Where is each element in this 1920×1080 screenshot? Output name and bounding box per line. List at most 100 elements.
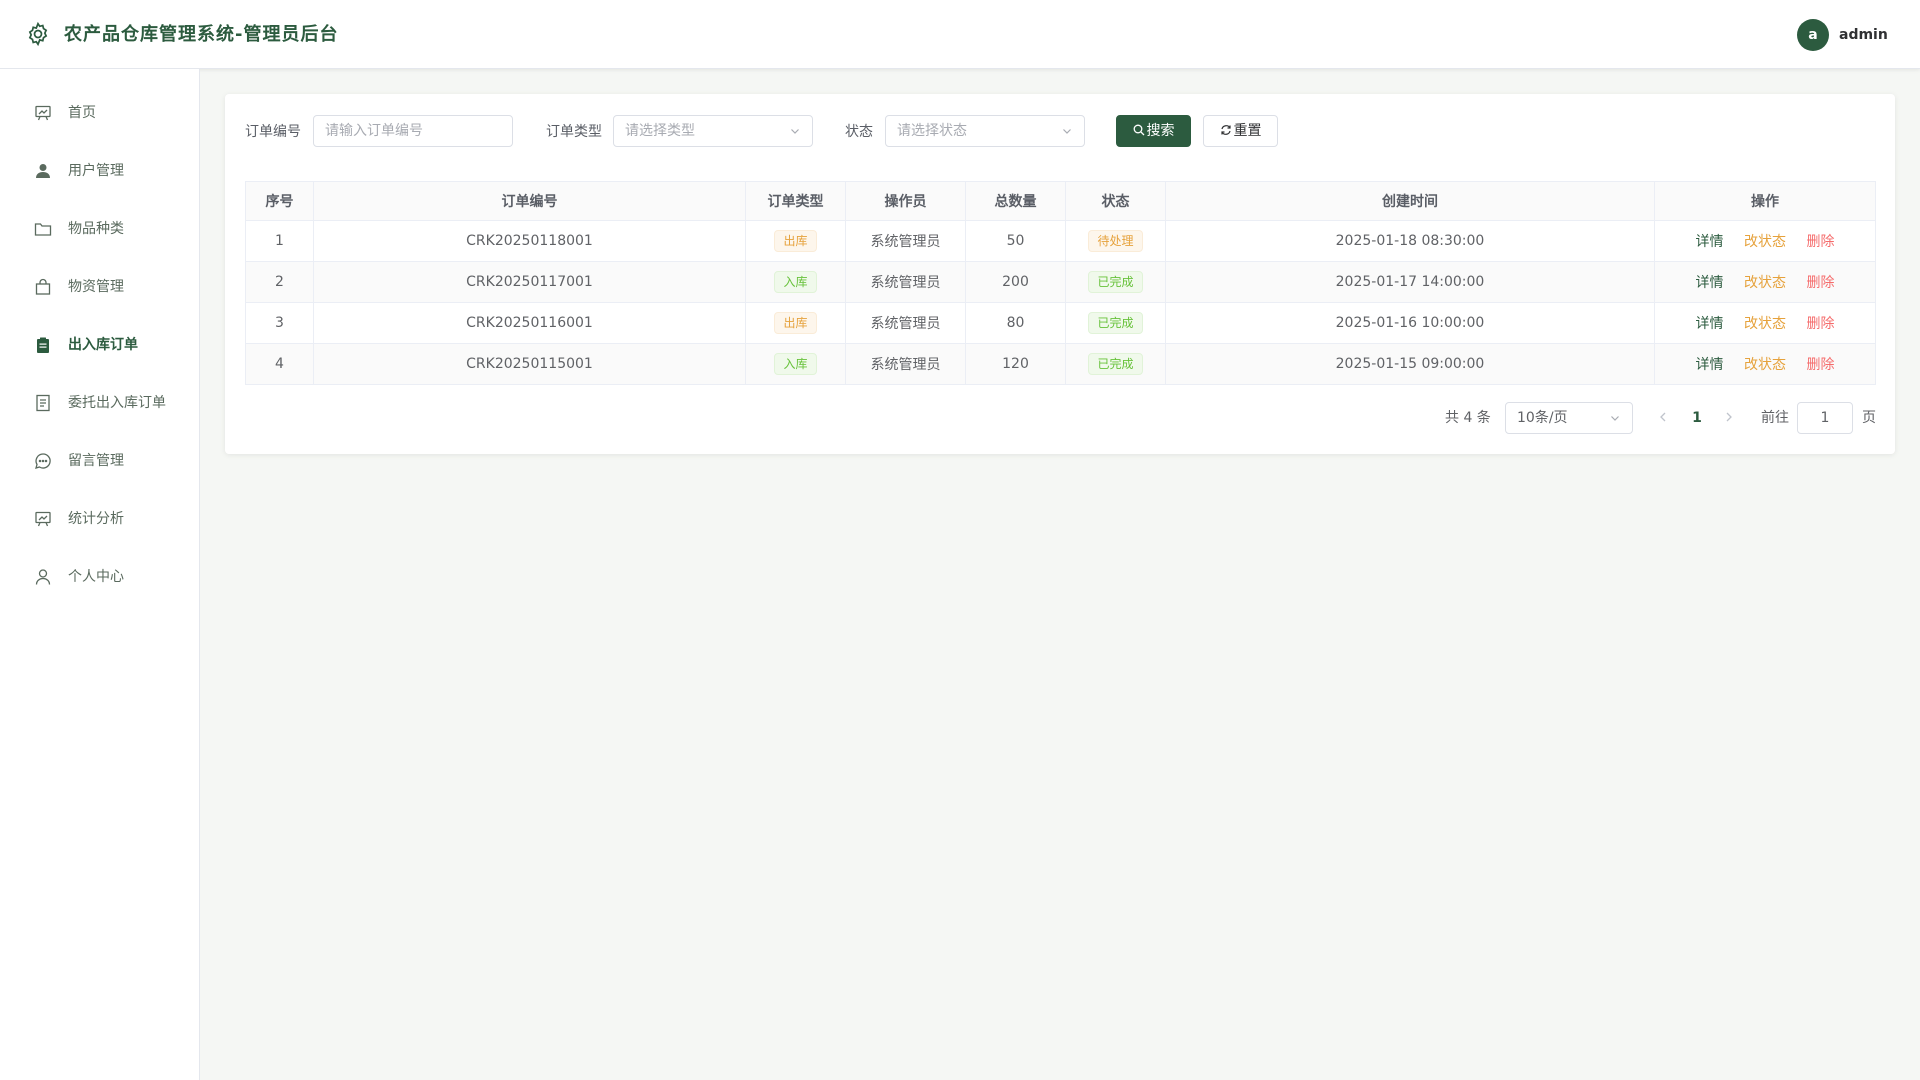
sidebar-item-orders[interactable]: 出入库订单	[0, 316, 199, 374]
table-row: 1 CRK20250118001 出库 系统管理员 50 待处理 2025-01…	[245, 220, 1876, 262]
change-status-link[interactable]: 改状态	[1744, 313, 1786, 333]
cell-index: 1	[245, 220, 314, 262]
cell-order-no: CRK20250117001	[313, 261, 746, 303]
type-tag: 入库	[774, 353, 817, 375]
detail-link[interactable]: 详情	[1696, 313, 1724, 333]
cell-created: 2025-01-17 14:00:00	[1165, 261, 1655, 303]
change-status-link[interactable]: 改状态	[1744, 231, 1786, 251]
sidebar-item-label: 用户管理	[68, 163, 124, 179]
cell-operator: 系统管理员	[845, 343, 966, 385]
order-type-label: 订单类型	[546, 124, 602, 140]
folder-icon	[34, 223, 52, 236]
page-number-current[interactable]: 1	[1687, 408, 1707, 428]
table-row: 2 CRK20250117001 入库 系统管理员 200 已完成 2025-0…	[245, 261, 1876, 303]
cell-actions: 详情 改状态 删除	[1654, 220, 1876, 262]
cell-status: 已完成	[1065, 343, 1166, 385]
delete-link[interactable]: 删除	[1806, 354, 1834, 374]
search-button-label: 搜索	[1146, 123, 1175, 139]
orders-table: 序号 订单编号 订单类型 操作员 总数量 状态 创建时间 操作 1 CRK202…	[245, 181, 1876, 385]
cell-type: 入库	[745, 343, 846, 385]
cell-quantity: 120	[965, 343, 1066, 385]
order-no-input[interactable]	[313, 115, 513, 147]
cell-order-no: CRK20250115001	[313, 343, 746, 385]
cell-index: 2	[245, 261, 314, 303]
sidebar-item-label: 委托出入库订单	[68, 395, 166, 411]
top-header: 农产品仓库管理系统-管理员后台 a admin	[0, 0, 1920, 69]
column-header: 序号	[245, 181, 314, 221]
chevron-down-icon	[791, 129, 799, 134]
column-header: 创建时间	[1165, 181, 1655, 221]
change-status-link[interactable]: 改状态	[1744, 354, 1786, 374]
order-type-placeholder: 请选择类型	[625, 123, 695, 139]
sidebar-item-label: 留言管理	[68, 453, 124, 469]
cell-index: 4	[245, 343, 314, 385]
cell-status: 待处理	[1065, 220, 1166, 262]
sidebar-item-profile[interactable]: 个人中心	[0, 548, 199, 606]
sidebar-item-label: 个人中心	[68, 569, 124, 585]
cell-order-no: CRK20250116001	[313, 302, 746, 344]
cell-actions: 详情 改状态 删除	[1654, 302, 1876, 344]
sidebar-item-materials[interactable]: 物资管理	[0, 258, 199, 316]
table-row: 3 CRK20250116001 出库 系统管理员 80 已完成 2025-01…	[245, 302, 1876, 344]
chevron-right-icon[interactable]	[1722, 410, 1736, 424]
detail-link[interactable]: 详情	[1696, 272, 1724, 292]
type-tag: 出库	[774, 312, 817, 334]
avatar[interactable]: a	[1797, 19, 1829, 51]
delete-link[interactable]: 删除	[1806, 313, 1834, 333]
cell-quantity: 50	[965, 220, 1066, 262]
sidebar-item-messages[interactable]: 留言管理	[0, 432, 199, 490]
search-button[interactable]: 搜索	[1116, 115, 1191, 147]
detail-link[interactable]: 详情	[1696, 354, 1724, 374]
delete-link[interactable]: 删除	[1806, 231, 1834, 251]
sidebar-item-users[interactable]: 用户管理	[0, 142, 199, 200]
sidebar-item-home[interactable]: 首页	[0, 84, 199, 142]
cell-status: 已完成	[1065, 302, 1166, 344]
change-status-link[interactable]: 改状态	[1744, 272, 1786, 292]
delete-link[interactable]: 删除	[1806, 272, 1834, 292]
cell-quantity: 80	[965, 302, 1066, 344]
cell-operator: 系统管理员	[845, 302, 966, 344]
table-row: 4 CRK20250115001 入库 系统管理员 120 已完成 2025-0…	[245, 343, 1876, 385]
detail-link[interactable]: 详情	[1696, 231, 1724, 251]
order-no-label: 订单编号	[245, 124, 301, 140]
sidebar-item-entrusted-orders[interactable]: 委托出入库订单	[0, 374, 199, 432]
refresh-icon	[1220, 124, 1231, 135]
cell-operator: 系统管理员	[845, 261, 966, 303]
table-header-row: 序号 订单编号 订单类型 操作员 总数量 状态 创建时间 操作	[245, 181, 1876, 221]
column-header: 操作员	[845, 181, 966, 221]
gear-icon	[28, 21, 48, 47]
cell-order-no: CRK20250118001	[313, 220, 746, 262]
app-title: 农产品仓库管理系统-管理员后台	[64, 24, 339, 45]
chevron-down-icon	[1063, 129, 1071, 134]
sidebar-item-categories[interactable]: 物品种类	[0, 200, 199, 258]
user-icon	[36, 164, 50, 178]
username[interactable]: admin	[1839, 25, 1888, 45]
order-type-select[interactable]: 请选择类型	[613, 115, 813, 147]
search-icon	[1133, 124, 1144, 135]
sidebar-item-label: 统计分析	[68, 511, 124, 527]
page-size-select[interactable]: 10条/页	[1505, 402, 1633, 434]
status-label: 状态	[845, 124, 873, 140]
chat-icon	[35, 453, 51, 469]
column-header: 操作	[1654, 181, 1876, 221]
column-header: 总数量	[965, 181, 1066, 221]
cell-created: 2025-01-15 09:00:00	[1165, 343, 1655, 385]
cell-type: 入库	[745, 261, 846, 303]
sidebar-item-statistics[interactable]: 统计分析	[0, 490, 199, 548]
cell-quantity: 200	[965, 261, 1066, 303]
reset-button[interactable]: 重置	[1203, 115, 1278, 147]
reset-button-label: 重置	[1233, 123, 1262, 139]
person-icon	[35, 569, 51, 585]
cell-index: 3	[245, 302, 314, 344]
type-tag: 入库	[774, 271, 817, 293]
cell-actions: 详情 改状态 删除	[1654, 261, 1876, 303]
cell-actions: 详情 改状态 删除	[1654, 343, 1876, 385]
status-select[interactable]: 请选择状态	[885, 115, 1085, 147]
chevron-left-icon[interactable]	[1656, 410, 1670, 424]
goto-page-input[interactable]	[1797, 402, 1853, 434]
sidebar-item-label: 出入库订单	[68, 337, 138, 353]
type-tag: 出库	[774, 230, 817, 252]
column-header: 订单类型	[745, 181, 846, 221]
column-header: 订单编号	[313, 181, 746, 221]
shopping-bag-icon	[35, 278, 51, 295]
